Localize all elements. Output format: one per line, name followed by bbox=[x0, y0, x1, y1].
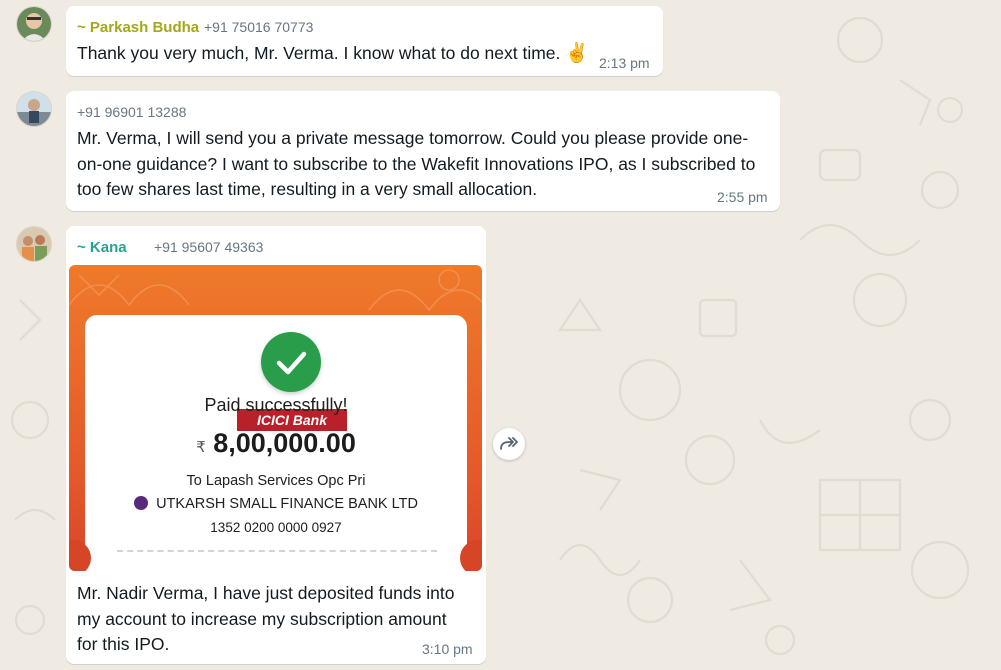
message-line: Mr. Nadir Verma, I have just deposited f… bbox=[77, 583, 455, 603]
message-line: my account to increase my subscription a… bbox=[77, 608, 447, 629]
account-number: 1352 0200 0000 0927 bbox=[210, 520, 342, 535]
sender-phone: +91 95607 49363 bbox=[154, 239, 264, 255]
bank-logo-icon bbox=[134, 496, 149, 510]
message-line: for this IPO. bbox=[77, 634, 170, 654]
success-check-icon bbox=[261, 332, 321, 392]
payee-bank: UTKARSH SMALL FINANCE BANK LTD bbox=[85, 496, 467, 512]
forward-button[interactable] bbox=[493, 428, 525, 460]
payee-name: To Lapash Services Opc Pri bbox=[186, 473, 366, 489]
message-line: too few shares last time, resulting in a… bbox=[77, 179, 538, 199]
payment-status: Paid successfully! bbox=[204, 395, 348, 415]
message-time: 2:13 pm bbox=[599, 55, 650, 71]
sender-phone: +91 75016 70773 bbox=[204, 19, 314, 35]
message-text: Mr. Verma, I will send you a private mes… bbox=[77, 126, 755, 203]
dashed-divider bbox=[117, 550, 437, 552]
message-time: 2:55 pm bbox=[717, 189, 768, 205]
sender-name[interactable]: ~ Parkash Budha bbox=[77, 19, 199, 36]
message-text: Mr. Nadir Verma, I have just deposited f… bbox=[77, 581, 454, 658]
payment-receipt-image[interactable]: ICICI Bank Paid successfully! ₹ 8,00,000… bbox=[69, 265, 482, 571]
message-bubble[interactable]: ~ Parkash Budha +91 75016 70773 Thank yo… bbox=[66, 6, 663, 76]
message-time: 3:10 pm bbox=[422, 641, 473, 657]
rupee-symbol: ₹ bbox=[196, 439, 206, 456]
message-text-content: Thank you very much, Mr. Verma. I know w… bbox=[77, 43, 561, 63]
sender-name[interactable]: ~ Kana bbox=[77, 239, 127, 256]
avatar-photo-icon bbox=[17, 7, 51, 41]
message-text: Thank you very much, Mr. Verma. I know w… bbox=[77, 41, 589, 67]
avatar[interactable] bbox=[16, 6, 52, 42]
avatar[interactable] bbox=[16, 91, 52, 127]
message-line: on-one guidance? I want to subscribe to … bbox=[77, 153, 756, 174]
avatar-photo-icon bbox=[17, 227, 51, 261]
message-line: Mr. Verma, I will send you a private mes… bbox=[77, 128, 749, 148]
payment-amount: ₹ 8,00,000.00 bbox=[85, 428, 467, 459]
amount-value: 8,00,000.00 bbox=[213, 428, 356, 458]
sender-phone: +91 96901 13288 bbox=[77, 104, 187, 120]
forward-arrow-icon bbox=[500, 437, 518, 450]
avatar-photo-icon bbox=[17, 92, 51, 126]
message-bubble[interactable]: ~ Kana +91 95607 49363 ICICI Bank Paid s… bbox=[66, 226, 486, 664]
message-bubble[interactable]: +91 96901 13288 Mr. Verma, I will send y… bbox=[66, 91, 780, 211]
avatar[interactable] bbox=[16, 226, 52, 262]
payee-bank-name: UTKARSH SMALL FINANCE BANK LTD bbox=[156, 496, 418, 512]
victory-hand-emoji: ✌ bbox=[565, 43, 589, 64]
